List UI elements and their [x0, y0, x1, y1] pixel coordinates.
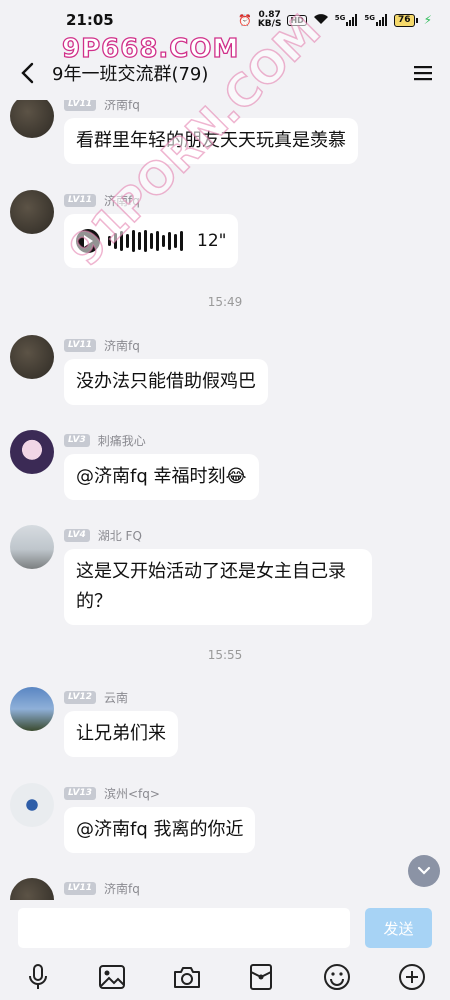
list-item: LV12 云南 让兄弟们来: [10, 687, 178, 757]
avatar[interactable]: [10, 687, 54, 731]
level-badge: LV12: [64, 690, 96, 704]
message-meta: LV11 济南fq: [64, 335, 268, 355]
message-bubble[interactable]: 让兄弟们来: [64, 711, 178, 757]
watermark-top: 9P668.COM: [61, 33, 240, 64]
nickname[interactable]: 济南fq: [104, 100, 140, 113]
level-badge: LV13: [64, 786, 96, 800]
charging-icon: ⚡: [423, 13, 432, 27]
alarm-icon: ⏰: [238, 13, 252, 27]
message-line-1: 这是又开始活动了还是女主自己录: [76, 561, 346, 582]
message-line-2: 的？: [76, 591, 112, 612]
list-item: LV13 滨州<fq> @济南fq 我离的你近: [10, 783, 256, 853]
avatar[interactable]: [10, 878, 54, 900]
voice-duration: 12": [197, 231, 227, 251]
microphone-icon[interactable]: [23, 962, 53, 992]
message-meta: LV12 云南: [64, 687, 178, 707]
signal-icon-2: 5G: [364, 14, 388, 26]
list-item: LV3 刺痛我心 @济南fq 幸福时刻😂: [10, 430, 259, 500]
emoji-icon[interactable]: [322, 962, 352, 992]
level-badge: LV11: [64, 881, 96, 895]
timestamp: 15:49: [207, 295, 243, 309]
message-meta: LV13 滨州<fq>: [64, 783, 255, 803]
red-packet-icon[interactable]: [246, 962, 276, 992]
battery-level: 76: [394, 13, 415, 27]
message-meta: LV4 湖北 FQ: [64, 525, 372, 545]
message-bubble[interactable]: @济南fq 我离的你近: [64, 807, 256, 853]
level-badge: LV11: [64, 193, 96, 207]
list-item: LV4 湖北 FQ 这是又开始活动了还是女主自己录 的？: [10, 525, 372, 625]
timestamp: 15:55: [207, 648, 243, 662]
back-icon[interactable]: [16, 62, 38, 84]
nickname[interactable]: 湖北 FQ: [98, 527, 142, 544]
avatar[interactable]: [10, 335, 54, 379]
avatar[interactable]: [10, 190, 54, 234]
message-bubble[interactable]: 没办法只能借助假鸡巴: [64, 359, 268, 405]
battery-icon: 76: [394, 13, 418, 27]
menu-icon[interactable]: [412, 62, 434, 84]
signal-icon-1: 5G: [335, 14, 359, 26]
message-list[interactable]: LV11 济南fq 看群里年轻的朋友天天玩真是羡慕 LV11 济南fq 12": [0, 100, 450, 900]
send-button[interactable]: 发送: [365, 908, 432, 948]
message-meta: LV3 刺痛我心: [64, 430, 259, 450]
message-input[interactable]: [18, 908, 350, 948]
signal-label-1: 5G: [334, 14, 346, 22]
list-item: LV11 济南fq 没办法只能借助假鸡巴: [10, 335, 268, 405]
nickname[interactable]: 滨州<fq>: [104, 785, 160, 802]
message-meta: LV11 济南fq: [64, 878, 140, 898]
avatar[interactable]: [10, 783, 54, 827]
plus-icon[interactable]: [397, 962, 427, 992]
battery-tip: [415, 17, 418, 23]
nickname[interactable]: 济南fq: [104, 337, 140, 354]
scroll-to-bottom-button[interactable]: [408, 855, 440, 887]
message-bubble[interactable]: 这是又开始活动了还是女主自己录 的？: [64, 549, 372, 625]
nickname[interactable]: 济南fq: [104, 880, 140, 897]
chevron-down-icon: [417, 866, 431, 875]
list-item: LV11 济南fq: [10, 878, 140, 900]
message-bubble[interactable]: @济南fq 幸福时刻😂: [64, 454, 259, 500]
level-badge: LV3: [64, 433, 90, 447]
nickname[interactable]: 云南: [104, 689, 128, 706]
avatar[interactable]: [10, 430, 54, 474]
image-icon[interactable]: [97, 962, 127, 992]
level-badge: LV11: [64, 100, 96, 111]
avatar[interactable]: [10, 100, 54, 138]
level-badge: LV4: [64, 528, 90, 542]
status-time: 21:05: [66, 11, 114, 29]
input-toolbar: [0, 962, 450, 994]
input-bar: 发送: [0, 900, 450, 1000]
status-icons: ⏰ 0.87 KB/S HD 5G 5G 76 ⚡: [238, 11, 432, 29]
level-badge: LV11: [64, 338, 96, 352]
signal-label-2: 5G: [364, 14, 376, 22]
camera-icon[interactable]: [172, 962, 202, 992]
avatar[interactable]: [10, 525, 54, 569]
nickname[interactable]: 刺痛我心: [98, 432, 146, 449]
